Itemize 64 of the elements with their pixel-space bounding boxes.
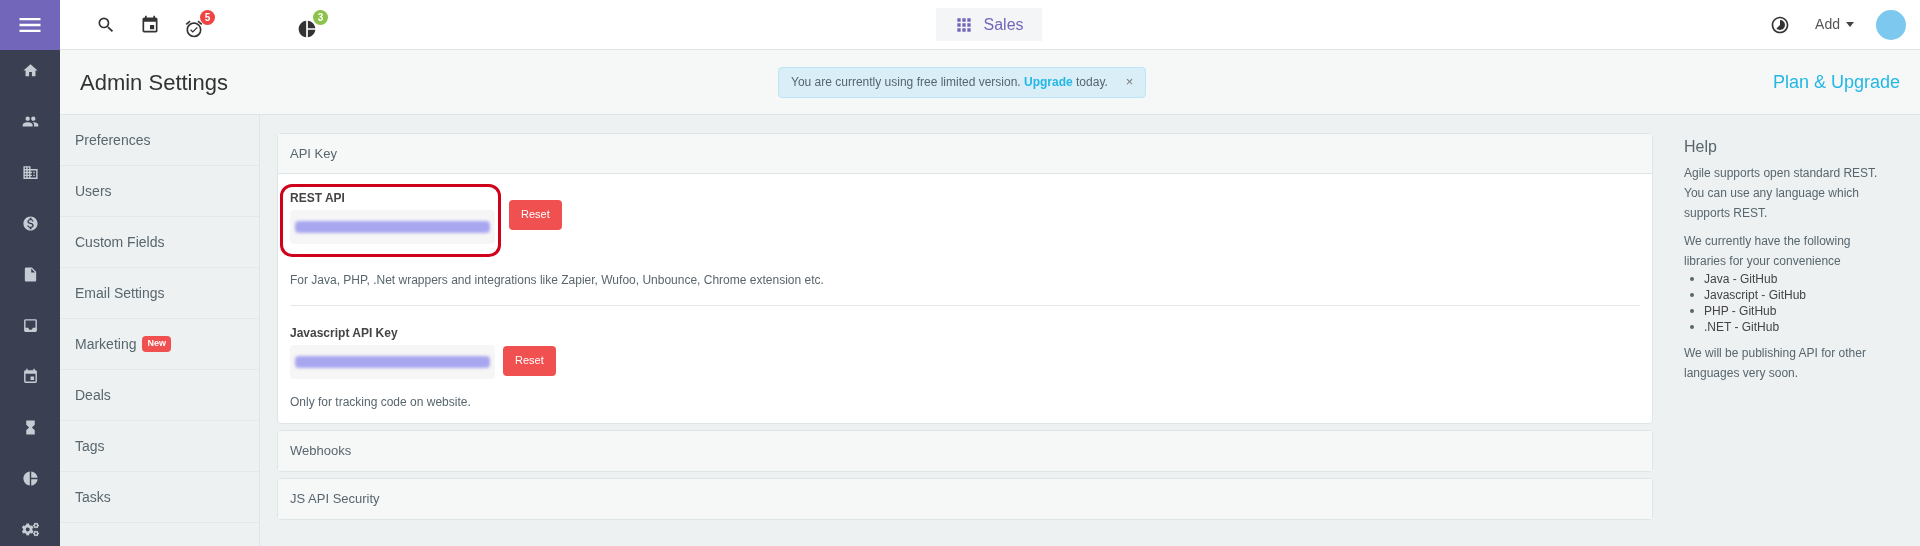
reset-button[interactable]: Reset: [509, 199, 562, 230]
menu-item-label: Deals: [75, 385, 111, 405]
building-icon: [21, 163, 39, 181]
settings-menu-item[interactable]: Tasks: [60, 472, 259, 523]
settings-menu-item[interactable]: Deals: [60, 370, 259, 421]
calendar-icon: [140, 14, 160, 35]
field-note: Only for tracking code on website.: [290, 394, 472, 411]
bullet-icon: [1690, 277, 1694, 281]
api-key-field[interactable]: [290, 345, 495, 379]
menu-button[interactable]: [0, 0, 60, 50]
menu-item-label: Marketing: [75, 334, 137, 354]
settings-menu-item[interactable]: Custom Fields: [60, 217, 259, 268]
field-note: For Java, PHP, .Net wrappers and integrations like Zapier, Wufoo, Unbounce, Chrome extension etc.: [290, 272, 825, 289]
help-title: Help: [1684, 137, 1718, 157]
settings-menu-item[interactable]: Email Settings: [60, 268, 259, 319]
pie-chart-icon: [297, 19, 317, 39]
menu-item-label: Users: [75, 181, 112, 201]
gears-icon: [21, 520, 39, 538]
menu-item-label: Tags: [75, 436, 105, 456]
bullet-icon: [1690, 309, 1694, 313]
field-label: REST API: [290, 190, 346, 207]
alarm-clock-icon: [184, 19, 204, 39]
settings-menu-item[interactable]: Preferences: [60, 115, 259, 166]
api-key-field[interactable]: [290, 210, 495, 244]
calendar-icon: [21, 367, 39, 385]
help-paragraph: Agile supports open standard REST. You can use any language which supports REST.: [1684, 165, 1879, 222]
toolbar-button[interactable]: 5: [184, 10, 215, 39]
library-link[interactable]: Javascript - GitHub: [1704, 287, 1807, 303]
close-button[interactable]: ×: [1125, 72, 1134, 92]
panel-header[interactable]: JS API Security: [278, 479, 1652, 519]
count-badge: 5: [200, 10, 215, 25]
field-label: Javascript API Key: [290, 325, 399, 342]
dollar-coin-icon: [21, 214, 39, 232]
help-paragraph: We will be publishing API for other languages very soon.: [1684, 345, 1867, 382]
nav-rail-button[interactable]: [20, 468, 40, 488]
settings-menu-item[interactable]: Users: [60, 166, 259, 217]
reset-button[interactable]: Reset: [503, 345, 556, 376]
settings-menu-item[interactable]: Marketing New: [60, 319, 259, 370]
app-switch-button[interactable]: Sales: [935, 8, 1042, 41]
page-title: Admin Settings: [80, 68, 229, 97]
menu-item-label: Tasks: [75, 487, 111, 507]
new-badge: New: [142, 336, 171, 352]
help-paragraph: We currently have the following libraries for your convenience: [1684, 233, 1852, 270]
caret-icon: [1846, 22, 1854, 27]
add-dropdown[interactable]: Add: [1815, 14, 1854, 35]
library-link[interactable]: .NET - GitHub: [1704, 319, 1780, 335]
panel-header[interactable]: Webhooks: [278, 431, 1652, 471]
count-badge: 3: [313, 10, 328, 25]
menu-item-label: Custom Fields: [75, 232, 165, 252]
menu-item-label: Preferences: [75, 130, 151, 150]
panel-header[interactable]: API Key: [278, 134, 1652, 174]
nav-rail-button[interactable]: [20, 213, 40, 233]
pie-chart-icon: [21, 469, 39, 487]
app-name: Sales: [983, 14, 1024, 35]
toolbar-button[interactable]: [140, 14, 160, 35]
library-link[interactable]: PHP - GitHub: [1704, 303, 1777, 319]
bullet-icon: [1690, 325, 1694, 329]
notice-text: You are currently using free limited version. Upgrade today.: [791, 74, 1108, 91]
settings-menu-item[interactable]: Tags: [60, 421, 259, 472]
library-link[interactable]: Java - GitHub: [1704, 271, 1778, 287]
bullet-icon: [1690, 293, 1694, 297]
menu-item-label: Email Settings: [75, 283, 165, 303]
inbox-icon: [21, 316, 39, 334]
home-icon: [21, 61, 39, 79]
